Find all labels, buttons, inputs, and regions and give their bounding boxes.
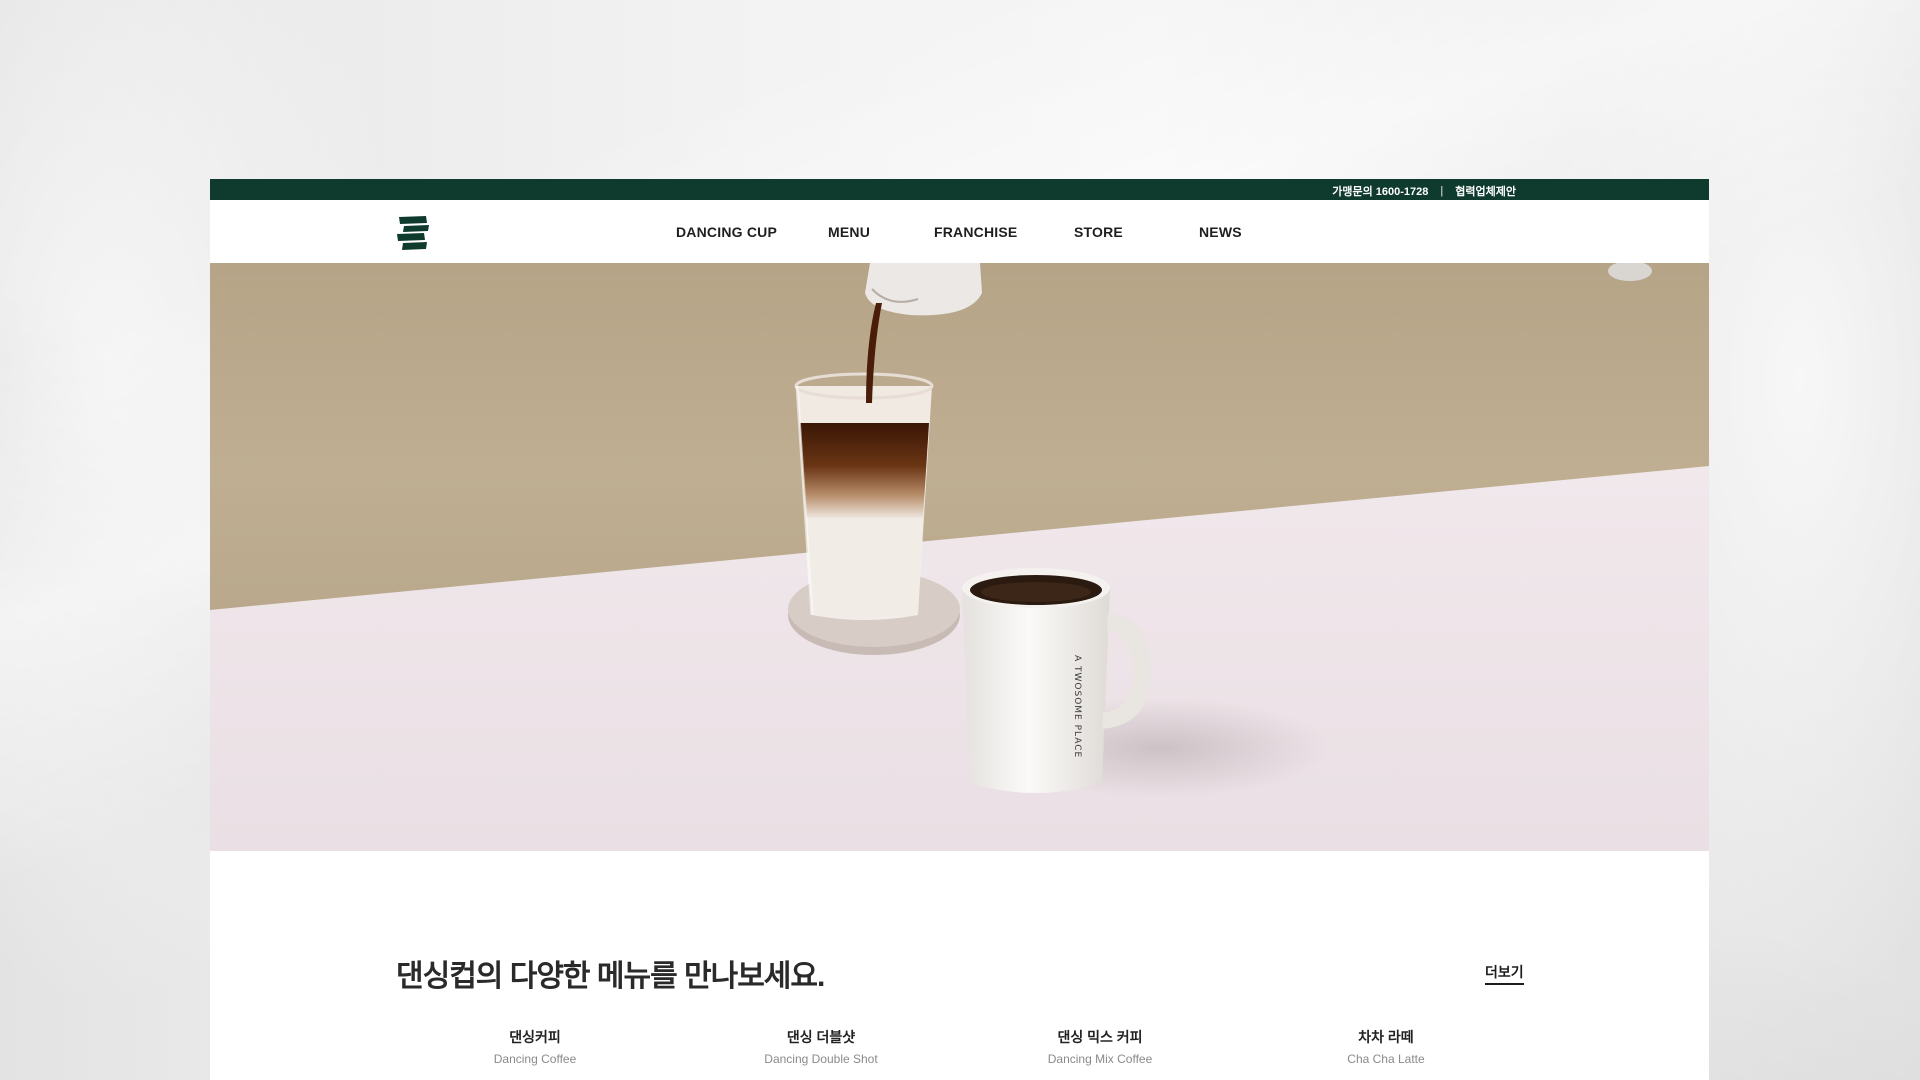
- utility-separator: |: [1440, 185, 1444, 197]
- menu-item-cha-cha-latte[interactable]: 차차 라떼 Cha Cha Latte: [1276, 1027, 1496, 1066]
- utility-links: 가맹문의 1600-1728 | 협력업체제안: [1332, 183, 1516, 199]
- nav-item-menu[interactable]: MENU: [828, 224, 870, 240]
- hero-banner: A TWOSOME PLACE: [210, 263, 1709, 851]
- menu-item-name-ko: 차차 라떼: [1358, 1029, 1414, 1045]
- menu-item-dancing-coffee[interactable]: 댄싱커피 Dancing Coffee: [425, 1027, 645, 1066]
- main-header: DANCING CUP MENU FRANCHISE STORE NEWS: [210, 200, 1709, 263]
- menu-list: 댄싱커피 Dancing Coffee 댄싱 더블샷 Dancing Doubl…: [210, 1027, 1709, 1077]
- nav-item-franchise[interactable]: FRANCHISE: [934, 224, 1017, 240]
- menu-item-name-en: Cha Cha Latte: [1347, 1052, 1425, 1066]
- main-nav: DANCING CUP MENU FRANCHISE STORE NEWS: [210, 200, 1709, 263]
- website-frame: 가맹문의 1600-1728 | 협력업체제안 DANCING CUP MENU…: [210, 179, 1709, 1080]
- nav-item-news[interactable]: NEWS: [1199, 224, 1242, 240]
- menu-item-name-en: Dancing Double Shot: [764, 1052, 878, 1066]
- menu-item-name-ko: 댄싱 더블샷: [786, 1029, 856, 1045]
- partner-proposal-link[interactable]: 협력업체제안: [1455, 183, 1516, 199]
- hero-coffee-image: A TWOSOME PLACE: [210, 263, 1709, 851]
- menu-item-name-ko: 댄싱커피: [509, 1029, 561, 1045]
- more-link[interactable]: 더보기: [1485, 962, 1524, 985]
- menu-item-name-ko: 댄싱 믹스 커피: [1057, 1029, 1143, 1045]
- nav-item-dancing-cup[interactable]: DANCING CUP: [676, 224, 777, 240]
- nav-item-store[interactable]: STORE: [1074, 224, 1123, 240]
- menu-item-dancing-double-shot[interactable]: 댄싱 더블샷 Dancing Double Shot: [711, 1027, 931, 1066]
- menu-item-name-en: Dancing Mix Coffee: [1047, 1052, 1153, 1066]
- franchise-inquiry-link[interactable]: 가맹문의 1600-1728: [1332, 183, 1428, 199]
- menu-section: 댄싱컵의 다양한 메뉴를 만나보세요. 더보기 댄싱커피 Dancing Cof…: [210, 851, 1709, 1080]
- menu-item-name-en: Dancing Coffee: [493, 1052, 577, 1066]
- utility-bar: 가맹문의 1600-1728 | 협력업체제안: [210, 179, 1709, 200]
- menu-item-dancing-mix-coffee[interactable]: 댄싱 믹스 커피 Dancing Mix Coffee: [990, 1027, 1210, 1066]
- menu-section-title: 댄싱컵의 다양한 메뉴를 만나보세요.: [396, 960, 825, 993]
- mug-brand-text: A TWOSOME PLACE: [1072, 655, 1082, 758]
